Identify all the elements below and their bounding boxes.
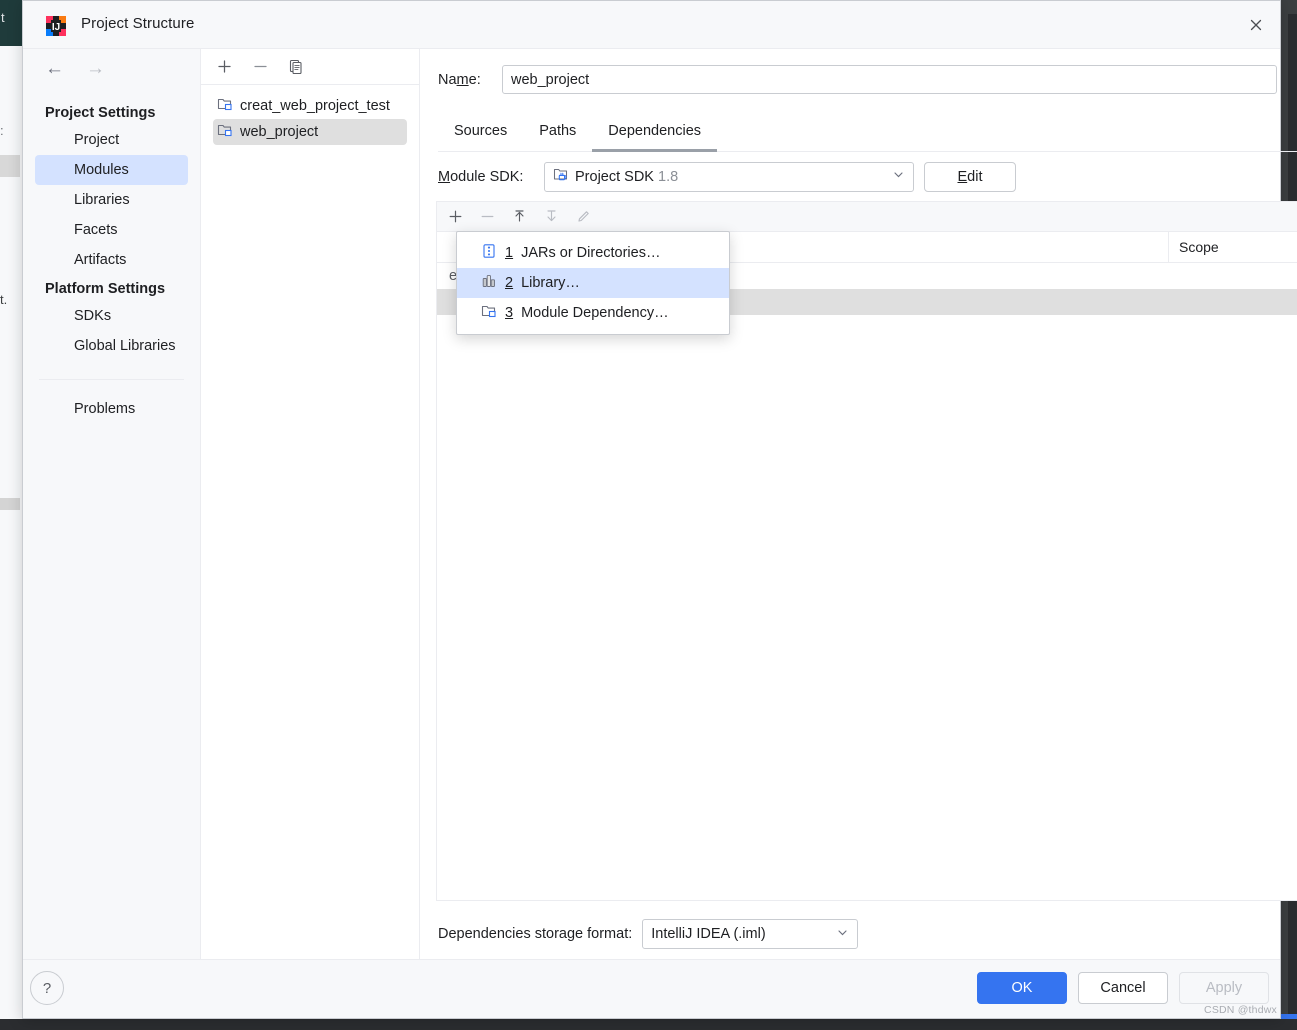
menu-item-mnemonic: 3 [505,305,514,321]
copy-module-button[interactable] [283,54,309,80]
background-left-highlight [0,155,20,177]
list-item[interactable]: web_project [213,119,407,145]
name-input[interactable] [502,65,1277,94]
background-text-fragment-1: t [1,10,5,25]
list-item-label: web_project [240,124,319,140]
remove-dependency-button[interactable] [475,205,499,229]
help-button[interactable]: ? [30,971,64,1005]
library-icon [481,273,497,293]
move-down-button[interactable] [539,205,563,229]
project-structure-dialog: IJ Project Structure ← → Project Setting… [22,0,1297,1019]
arrow-left-icon[interactable]: ← [45,59,64,78]
sidebar-group-platform-settings: Platform Settings [45,281,166,297]
sidebar-item-artifacts[interactable]: Artifacts [23,245,200,275]
name-label: Name: [438,71,481,88]
module-sdk-row: Module SDK: Project SDK 1.8 Edit [438,162,1016,192]
tab-paths[interactable]: Paths [523,117,592,152]
sidebar-nav-arrows: ← → [23,49,222,87]
intellij-idea-logo-icon: IJ [45,15,67,37]
menu-item-label: Module Dependency… [521,305,669,321]
module-icon [481,303,497,323]
sidebar-item-sdks[interactable]: SDKs [23,301,200,331]
sidebar-divider [39,379,184,380]
menu-item-jars-or-directories[interactable]: 1 JARs or Directories… [457,238,729,268]
add-dependency-menu: 1 JARs or Directories… 2 Library… 3 Modu… [456,231,730,335]
tab-sources[interactable]: Sources [438,117,523,152]
sidebar-item-problems[interactable]: Problems [23,394,200,424]
background-text-fragment-2: : [0,123,4,138]
module-name-row: Name: [420,65,1280,94]
remove-module-button[interactable] [247,54,273,80]
dialog-footer: ? OK Cancel Apply CSDN @thdwx [23,959,1280,1018]
add-module-button[interactable] [211,54,237,80]
menu-item-label: JARs or Directories… [521,245,661,261]
module-sdk-label: Module SDK: [438,169,524,185]
storage-format-value: IntelliJ IDEA (.iml) [651,926,766,942]
chevron-down-icon [892,168,905,186]
storage-format-label: Dependencies storage format: [438,926,633,942]
menu-item-mnemonic: 2 [505,275,514,291]
cancel-button[interactable]: Cancel [1078,972,1168,1004]
dependencies-toolbar [437,202,1297,232]
menu-item-mnemonic: 1 [505,245,514,261]
watermark: CSDN @thdwx [1204,1004,1277,1016]
menu-item-library[interactable]: 2 Library… [457,268,729,298]
sidebar-group-project-settings: Project Settings [45,105,156,121]
sidebar-item-global-libraries[interactable]: Global Libraries [23,331,200,361]
storage-format-select[interactable]: IntelliJ IDEA (.iml) [642,919,859,949]
modules-panel: creat_web_project_test web_project [201,49,420,959]
close-icon[interactable] [1243,12,1269,38]
sidebar-item-libraries[interactable]: Libraries [23,185,200,215]
list-item[interactable]: creat_web_project_test [201,93,419,119]
menu-item-label: Library… [521,275,580,291]
tab-dependencies[interactable]: Dependencies [592,117,718,152]
modules-list: creat_web_project_test web_project [201,93,419,145]
page-title: Project Structure [81,15,195,32]
module-sdk-value: Project SDK 1.8 [575,169,679,185]
sidebar-items-list: Project Settings Project Modules Librari… [23,99,200,424]
dialog-titlebar: IJ Project Structure [23,1,1280,49]
background-left-highlight-2 [0,498,20,510]
storage-format-row: Dependencies storage format: IntelliJ ID… [438,919,859,949]
sidebar-item-facets[interactable]: Facets [23,215,200,245]
module-icon [217,96,233,116]
ok-button[interactable]: OK [977,972,1067,1004]
module-editor-panel: Name: Sources Paths Dependencies Module … [420,49,1297,959]
arrow-right-icon[interactable]: → [86,59,105,78]
background-left-rail [0,46,23,976]
add-dependency-button[interactable] [443,205,467,229]
background-bottom-dark-bar [0,1019,1297,1030]
dialog-action-buttons: OK Cancel Apply [977,972,1269,1004]
jar-icon [481,243,497,263]
java-sdk-icon [553,167,569,188]
list-item-label: creat_web_project_test [240,98,390,114]
menu-item-module-dependency[interactable]: 3 Module Dependency… [457,298,729,328]
sidebar-item-modules[interactable]: Modules [35,155,188,185]
pencil-icon[interactable] [571,205,595,229]
apply-button: Apply [1179,972,1269,1004]
module-sdk-select[interactable]: Project SDK 1.8 [544,162,914,192]
module-tabs: Sources Paths Dependencies [438,117,1297,152]
background-text-fragment-3: t. [0,292,8,307]
chevron-down-icon [836,926,849,943]
column-header-scope[interactable]: Scope [1168,232,1297,262]
sidebar-item-project[interactable]: Project [23,125,200,155]
move-up-button[interactable] [507,205,531,229]
module-icon [217,122,233,142]
modules-toolbar [201,49,419,85]
settings-sidebar: ← → Project Settings Project Modules Lib… [23,49,201,959]
edit-sdk-button[interactable]: Edit [924,162,1016,192]
svg-text:IJ: IJ [52,22,60,33]
